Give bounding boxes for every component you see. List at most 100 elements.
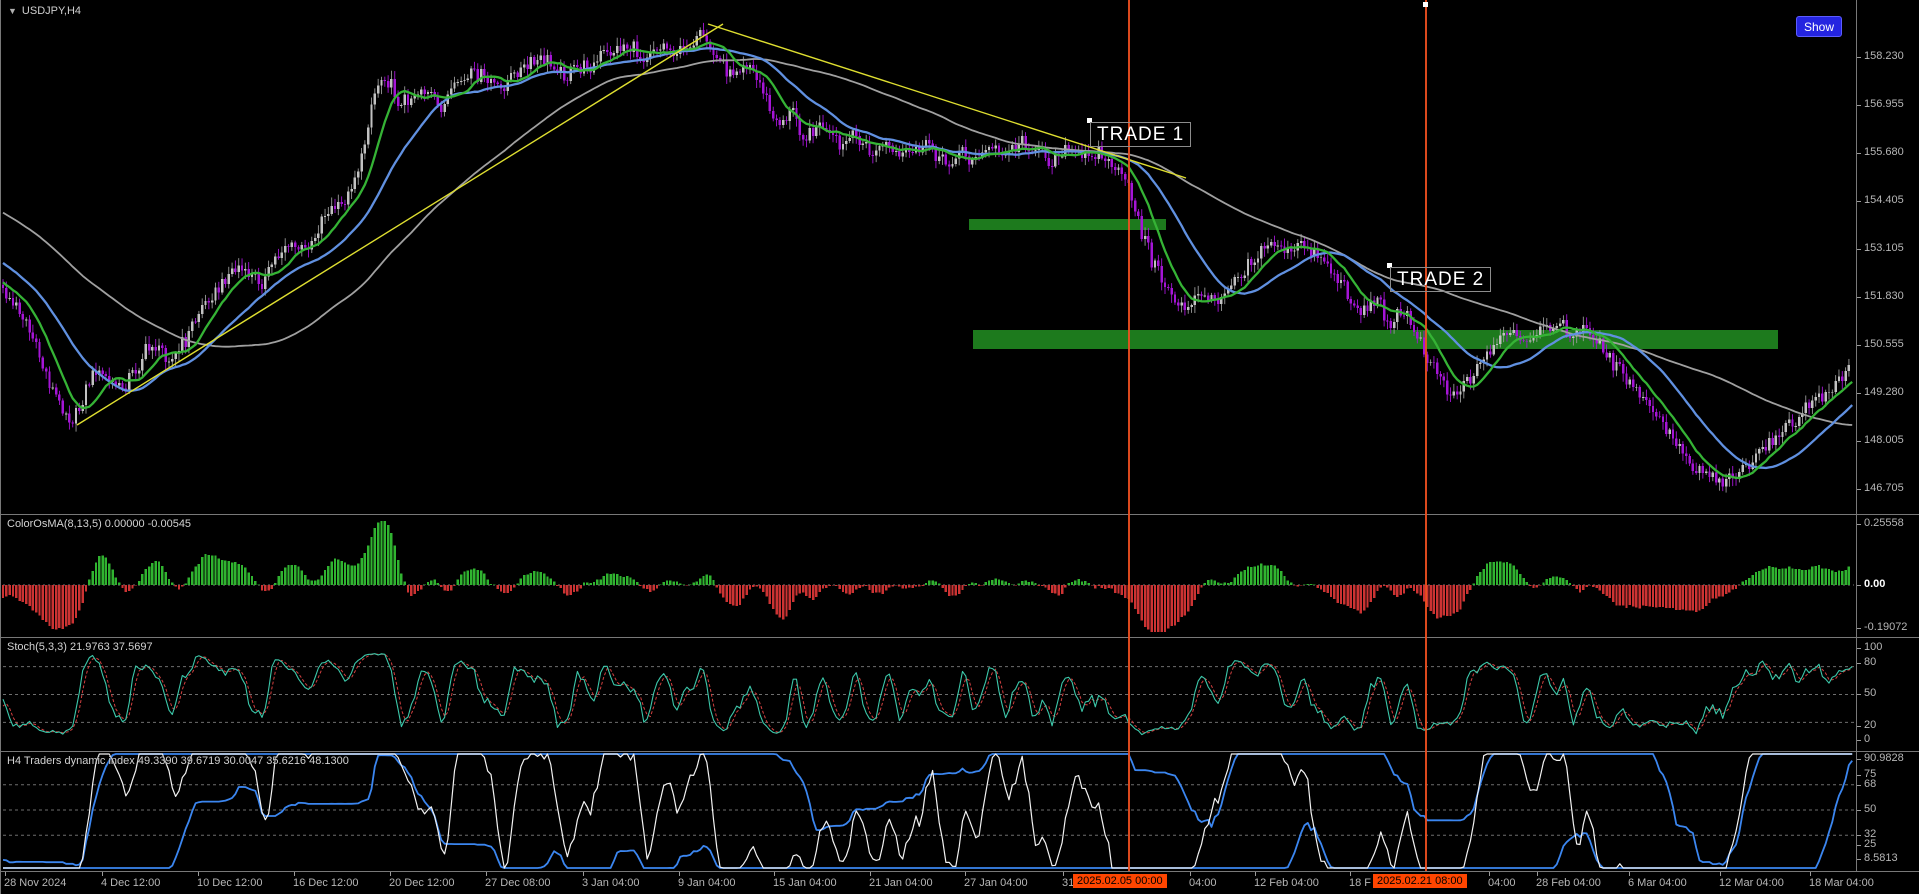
osma-histogram-layer (2, 521, 1854, 632)
price-scale-label: 155.680 (1864, 147, 1904, 158)
tdi-indicator-label: H4 Traders dynamic index 49.3390 39.6719… (7, 755, 349, 767)
time-axis-tick (1255, 872, 1256, 876)
scale-tick (1857, 57, 1861, 58)
supply-demand-zone-1[interactable] (969, 219, 1166, 230)
time-axis-tick (1350, 872, 1351, 876)
scale-tick (1857, 393, 1861, 394)
time-axis-tick (1489, 872, 1490, 876)
time-axis[interactable]: 28 Nov 2024 4 Dec 12:00 10 Dec 12:00 16 Dec… (1, 872, 1919, 894)
tdi-scale-label: 90.9828 (1864, 753, 1904, 764)
time-axis-tick (679, 872, 680, 876)
trade2-text-object[interactable]: TRADE 2 (1390, 267, 1491, 292)
scale-tick (1857, 105, 1861, 106)
time-axis-tick (294, 872, 295, 876)
time-axis-label: 9 Jan 04:00 (678, 877, 736, 889)
scale-tick (1857, 489, 1861, 490)
stoch-scale-label: 20 (1864, 720, 1876, 731)
price-scale-label: 146.705 (1864, 483, 1904, 494)
time-axis-tick (1190, 872, 1191, 876)
scale-tick (1857, 726, 1861, 727)
stoch-lines-layer (3, 654, 1854, 735)
time-axis-tick (198, 872, 199, 876)
time-axis-label: 12 Mar 04:00 (1719, 877, 1784, 889)
object-anchor-dot (1423, 2, 1428, 7)
symbol-text: USDJPY,H4 (22, 5, 81, 17)
time-axis-tick (5, 872, 6, 876)
scale-tick (1857, 345, 1861, 346)
pane-divider[interactable] (1, 514, 1919, 515)
time-axis-label: 10 Dec 12:00 (197, 877, 262, 889)
pane-divider[interactable] (1, 751, 1919, 752)
scale-tick (1857, 694, 1861, 695)
time-axis-tick (965, 872, 966, 876)
tdi-scale-label: 50 (1864, 804, 1876, 815)
scale-tick (1857, 859, 1861, 860)
symbol-label: ▼ USDJPY,H4 (8, 5, 81, 17)
scale-tick (1857, 740, 1861, 741)
scale-tick (1857, 297, 1861, 298)
stoch-scale-label: 50 (1864, 688, 1876, 699)
osma-scale-label: -0.19072 (1864, 622, 1907, 633)
time-axis-label: 6 Mar 04:00 (1628, 877, 1687, 889)
price-scale-label: 149.280 (1864, 387, 1904, 398)
pane-divider[interactable] (1, 637, 1919, 638)
moving-averages-layer (3, 43, 1852, 478)
time-axis-label: 18 F (1349, 877, 1371, 889)
scale-tick (1857, 201, 1861, 202)
price-scale-label: 148.005 (1864, 435, 1904, 446)
mt4-chart-window: 158.230156.955155.680154.405153.105151.8… (0, 0, 1919, 894)
time-axis-label: 28 Feb 04:00 (1536, 877, 1601, 889)
time-axis-tick (1063, 872, 1064, 876)
time-axis-label: 12 Feb 04:00 (1254, 877, 1319, 889)
time-axis-tick (1629, 872, 1630, 876)
time-axis-label: 27 Dec 08:00 (485, 877, 550, 889)
time-axis-label: 27 Jan 04:00 (964, 877, 1028, 889)
time-axis-label: 04:00 (1488, 877, 1516, 889)
candle-bodies-layer (2, 30, 1850, 486)
scale-tick (1857, 810, 1861, 811)
time-axis-tick (390, 872, 391, 876)
show-button[interactable]: Show (1796, 16, 1842, 37)
price-scale-column[interactable]: 158.230156.955155.680154.405153.105151.8… (1856, 0, 1919, 872)
time-axis-tick (1810, 872, 1811, 876)
scale-tick (1857, 153, 1861, 154)
trade1-text-object[interactable]: TRADE 1 (1090, 122, 1191, 147)
price-scale-label: 153.105 (1864, 243, 1904, 254)
time-axis-label: 20 Dec 12:00 (389, 877, 454, 889)
tdi-lines-layer (3, 754, 1854, 868)
time-axis-tick (1537, 872, 1538, 876)
zones-layer (969, 219, 1778, 349)
scale-tick (1857, 585, 1861, 586)
price-scale-label: 151.830 (1864, 291, 1904, 302)
time-axis-tick (102, 872, 103, 876)
price-scale-label: 158.230 (1864, 51, 1904, 62)
time-axis-label: 3 Jan 04:00 (582, 877, 640, 889)
time-axis-highlight: 2025.02.05 00:00 (1073, 874, 1167, 888)
scale-tick (1857, 648, 1861, 649)
trendline-object-1[interactable] (77, 24, 723, 425)
time-axis-label: 16 Dec 12:00 (293, 877, 358, 889)
scale-tick (1857, 775, 1861, 776)
time-axis-tick (1720, 872, 1721, 876)
scale-tick (1857, 785, 1861, 786)
time-axis-tick (583, 872, 584, 876)
osma-scale-label: 0.00 (1864, 579, 1885, 590)
tdi-scale-label: 68 (1864, 779, 1876, 790)
time-axis-label: 28 Nov 2024 (4, 877, 66, 889)
vertical-line-object-2[interactable] (1425, 0, 1427, 871)
stoch-scale-label: 80 (1864, 657, 1876, 668)
scale-tick (1857, 249, 1861, 250)
supply-demand-zone-2[interactable] (973, 330, 1778, 349)
time-axis-label: 15 Jan 04:00 (773, 877, 837, 889)
time-axis-label: 18 Mar 04:00 (1809, 877, 1874, 889)
stoch-indicator-label: Stoch(5,3,3) 21.9763 37.5697 (7, 641, 153, 653)
time-axis-highlight: 2025.02.21 08:00 (1373, 874, 1467, 888)
candle-wicks-layer (3, 23, 1849, 493)
scale-tick (1857, 759, 1861, 760)
chevron-down-icon[interactable]: ▼ (8, 6, 17, 16)
scale-tick (1857, 441, 1861, 442)
price-scale-label: 154.405 (1864, 195, 1904, 206)
time-axis-label: 4 Dec 12:00 (101, 877, 160, 889)
time-axis-tick (870, 872, 871, 876)
osma-indicator-label: ColorOsMA(8,13,5) 0.00000 -0.00545 (7, 518, 191, 530)
